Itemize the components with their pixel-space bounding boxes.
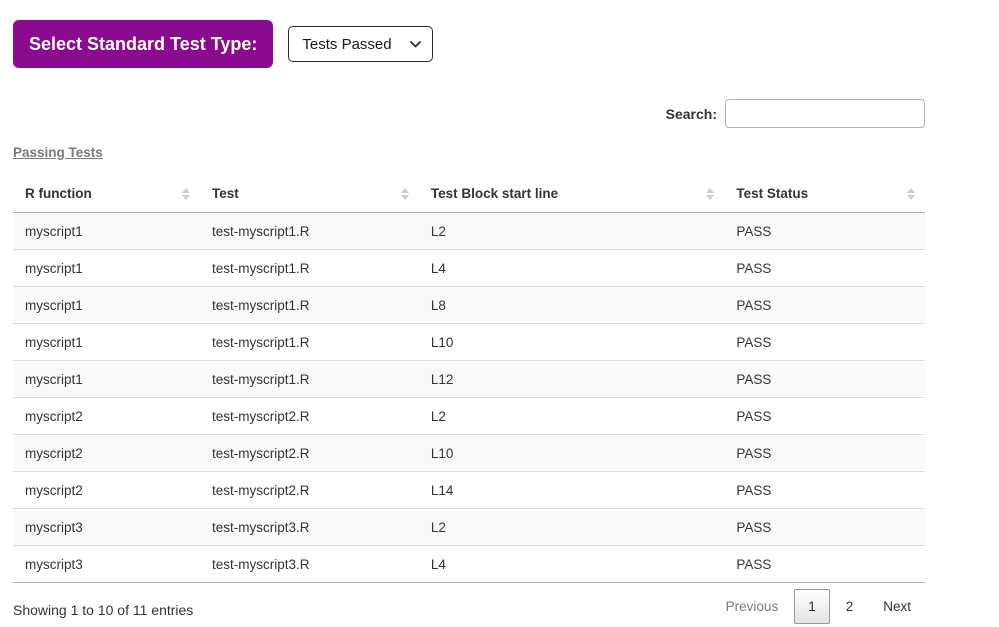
- table-cell: PASS: [724, 361, 925, 398]
- chevron-down-icon: [410, 41, 421, 48]
- table-cell: test-myscript2.R: [200, 472, 419, 509]
- table-cell: L10: [419, 324, 725, 361]
- table-row: myscript1test-myscript1.RL4PASS: [13, 250, 925, 287]
- column-header-test-block-start-line[interactable]: Test Block start line: [419, 175, 725, 213]
- table-cell: PASS: [724, 287, 925, 324]
- table-cell: L2: [419, 509, 725, 546]
- page: Select Standard Test Type: Tests Passed …: [0, 0, 999, 627]
- table-cell: PASS: [724, 398, 925, 435]
- table-cell: test-myscript1.R: [200, 361, 419, 398]
- table-cell: L14: [419, 472, 725, 509]
- table-cell: myscript2: [13, 472, 200, 509]
- table-cell: test-myscript1.R: [200, 324, 419, 361]
- table-row: myscript1test-myscript1.RL10PASS: [13, 324, 925, 361]
- table-cell: L2: [419, 213, 725, 250]
- table-cell: myscript3: [13, 509, 200, 546]
- sort-both-icon: [182, 188, 190, 200]
- table-cell: PASS: [724, 324, 925, 361]
- table-header: R function Test Test Block start line Te…: [13, 175, 925, 213]
- table-cell: PASS: [724, 509, 925, 546]
- table-cell: PASS: [724, 213, 925, 250]
- table-row: myscript3test-myscript3.RL4PASS: [13, 546, 925, 583]
- table-cell: L12: [419, 361, 725, 398]
- table-cell: PASS: [724, 250, 925, 287]
- table-cell: test-myscript2.R: [200, 435, 419, 472]
- table-cell: myscript1: [13, 250, 200, 287]
- table-cell: test-myscript3.R: [200, 509, 419, 546]
- sort-both-icon: [706, 188, 714, 200]
- table-search: Search:: [13, 99, 925, 128]
- column-header-test[interactable]: Test: [200, 175, 419, 213]
- table-cell: PASS: [724, 472, 925, 509]
- table-cell: test-myscript1.R: [200, 213, 419, 250]
- search-label: Search:: [666, 106, 717, 122]
- table-cell: myscript3: [13, 546, 200, 583]
- page-button-2[interactable]: 2: [832, 589, 868, 624]
- table-cell: test-myscript3.R: [200, 546, 419, 583]
- page-button-1[interactable]: 1: [794, 589, 830, 624]
- table-cell: test-myscript1.R: [200, 250, 419, 287]
- table-cell: L4: [419, 546, 725, 583]
- column-label: Test Status: [736, 186, 808, 201]
- passing-tests-link[interactable]: Passing Tests: [13, 145, 103, 160]
- table-cell: test-myscript1.R: [200, 287, 419, 324]
- sort-both-icon: [907, 188, 915, 200]
- table-cell: test-myscript2.R: [200, 398, 419, 435]
- table-body: myscript1test-myscript1.RL2PASSmyscript1…: [13, 213, 925, 583]
- pagination: Previous 1 2 Next: [710, 589, 925, 624]
- passing-tests-table: R function Test Test Block start line Te…: [13, 175, 925, 583]
- column-label: R function: [25, 186, 92, 201]
- table-cell: L8: [419, 287, 725, 324]
- previous-button[interactable]: Previous: [712, 589, 793, 624]
- test-type-select[interactable]: Tests Passed: [288, 26, 433, 62]
- table-cell: L4: [419, 250, 725, 287]
- table-row: myscript3test-myscript3.RL2PASS: [13, 509, 925, 546]
- column-label: Test Block start line: [431, 186, 558, 201]
- table-cell: L2: [419, 398, 725, 435]
- column-header-test-status[interactable]: Test Status: [724, 175, 925, 213]
- table-row: myscript1test-myscript1.RL2PASS: [13, 213, 925, 250]
- table-cell: myscript2: [13, 435, 200, 472]
- test-type-controls: Select Standard Test Type: Tests Passed: [13, 20, 925, 68]
- table-info: Showing 1 to 10 of 11 entries: [13, 596, 193, 618]
- table-cell: myscript1: [13, 287, 200, 324]
- table-row: myscript2test-myscript2.RL10PASS: [13, 435, 925, 472]
- test-type-select-value: Tests Passed: [302, 36, 391, 53]
- table-cell: PASS: [724, 546, 925, 583]
- table-cell: myscript2: [13, 398, 200, 435]
- table-row: myscript2test-myscript2.RL14PASS: [13, 472, 925, 509]
- table-cell: PASS: [724, 435, 925, 472]
- table-row: myscript1test-myscript1.RL12PASS: [13, 361, 925, 398]
- table-row: myscript1test-myscript1.RL8PASS: [13, 287, 925, 324]
- table-cell: myscript1: [13, 213, 200, 250]
- column-label: Test: [212, 186, 239, 201]
- table-cell: myscript1: [13, 361, 200, 398]
- table-cell: L10: [419, 435, 725, 472]
- select-test-type-label: Select Standard Test Type:: [13, 20, 273, 68]
- column-header-r-function[interactable]: R function: [13, 175, 200, 213]
- sort-both-icon: [401, 188, 409, 200]
- table-row: myscript2test-myscript2.RL2PASS: [13, 398, 925, 435]
- next-button[interactable]: Next: [869, 589, 925, 624]
- table-footer: Showing 1 to 10 of 11 entries Previous 1…: [13, 589, 925, 624]
- table-cell: myscript1: [13, 324, 200, 361]
- search-input[interactable]: [725, 99, 925, 128]
